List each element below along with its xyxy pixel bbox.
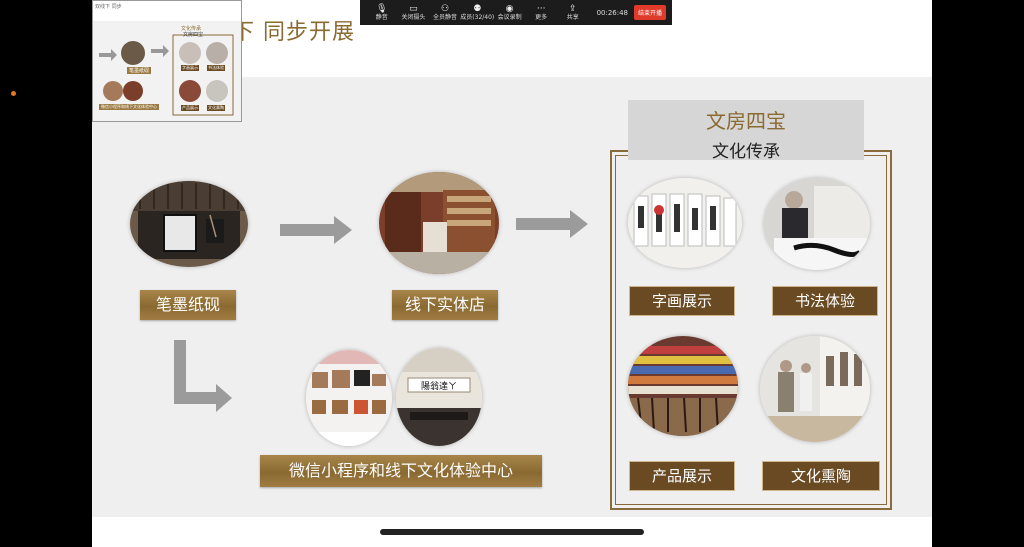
meeting-timer: 00:26:48 xyxy=(596,8,629,17)
toolbar-members-label: 成员(32/40) xyxy=(460,14,495,21)
toolbar-camera-button[interactable]: ▭ 关闭摄头 xyxy=(398,4,430,21)
end-broadcast-button[interactable]: 结束开播 xyxy=(634,5,667,20)
toolbar-mute-label: 静音 xyxy=(375,14,388,21)
slide-title: 下 同步开展 xyxy=(232,20,355,45)
slide-thumbnail[interactable]: 双线下 同步 文化传承 文房四宝 笔墨纸砚 微信小程序和线下文化体验中心 字画展… xyxy=(92,0,242,122)
home-indicator[interactable] xyxy=(380,529,644,535)
stack-title-box: 文房四宝 文化传承 xyxy=(628,100,864,162)
arrow-right-1 xyxy=(280,216,352,244)
thumbnail-caption-bottom: 微信小程序和线下文化体验中心 xyxy=(99,104,159,110)
label-calligraphy-experience: 书法体验 xyxy=(772,286,878,316)
label-painting-display: 字画展示 xyxy=(629,286,735,316)
thumbnail-caption-left: 笔墨纸砚 xyxy=(127,67,152,74)
calligraphy-experience-image xyxy=(764,178,870,270)
toolbar-more-button[interactable]: ··· 更多 xyxy=(525,4,557,21)
camera-icon: ▭ xyxy=(409,4,418,14)
toolbar-record-button[interactable]: ◉ 会议录制 xyxy=(494,4,526,21)
label-brush-ink: 笔墨纸砚 xyxy=(140,290,236,320)
painting-display-image xyxy=(628,178,742,268)
stack-title-line1: 文房四宝 xyxy=(706,109,786,133)
brush-desk-image xyxy=(130,181,248,267)
culture-immersion-image xyxy=(760,336,870,442)
toolbar-mute-all-label: 全员静音 xyxy=(432,14,457,21)
stack-title-line2: 文化传承 xyxy=(712,142,780,162)
calligraphy-board-text: 陽翁達ㄚ xyxy=(421,380,457,392)
label-culture-immersion: 文化熏陶 xyxy=(762,461,880,491)
arrow-down-right xyxy=(174,340,232,412)
record-icon: ◉ xyxy=(505,4,514,14)
share-icon: ⇪ xyxy=(568,4,577,14)
toolbar-record-label: 会议录制 xyxy=(497,14,522,21)
meeting-toolbar: 🎙︎ 静音 ▭ 关闭摄头 ⚇ 全员静音 ⚉ 成员(32/40) ◉ 会议录制 ·… xyxy=(360,0,672,25)
store-image xyxy=(379,172,499,274)
thumbnail-tile-3: 产品展示 xyxy=(181,105,199,111)
thumbnail-tile-2: 书法体验 xyxy=(207,65,225,71)
toolbar-mute-button[interactable]: 🎙︎ 静音 xyxy=(366,4,398,21)
thumbnail-tile-4: 文化熏陶 xyxy=(207,105,225,111)
toolbar-share-button[interactable]: ⇪ 共享 xyxy=(557,4,589,21)
experience-center-image: 陽翁達ㄚ xyxy=(396,348,482,446)
toolbar-more-label: 更多 xyxy=(535,14,548,21)
thumbnail-tile-1: 字画展示 xyxy=(181,65,199,71)
label-mini-program: 微信小程序和线下文化体验中心 xyxy=(260,455,542,487)
more-icon: ··· xyxy=(536,4,546,14)
thumbnail-center-line2: 文房四宝 xyxy=(183,32,204,38)
microphone-icon: 🎙︎ xyxy=(376,4,388,14)
recording-dot-icon xyxy=(11,91,16,96)
label-product-display: 产品展示 xyxy=(629,461,735,491)
toolbar-mute-all-button[interactable]: ⚇ 全员静音 xyxy=(429,4,461,21)
toolbar-camera-label: 关闭摄头 xyxy=(401,14,426,21)
label-physical-store: 线下实体店 xyxy=(392,290,498,320)
toolbar-members-button[interactable]: ⚉ 成员(32/40) xyxy=(460,4,495,21)
toolbar-share-label: 共享 xyxy=(566,14,579,21)
mini-program-image xyxy=(306,350,392,446)
members-icon: ⚉ xyxy=(473,4,482,14)
product-display-image xyxy=(628,336,738,436)
mute-all-icon: ⚇ xyxy=(440,4,450,14)
arrow-right-2 xyxy=(516,210,588,238)
